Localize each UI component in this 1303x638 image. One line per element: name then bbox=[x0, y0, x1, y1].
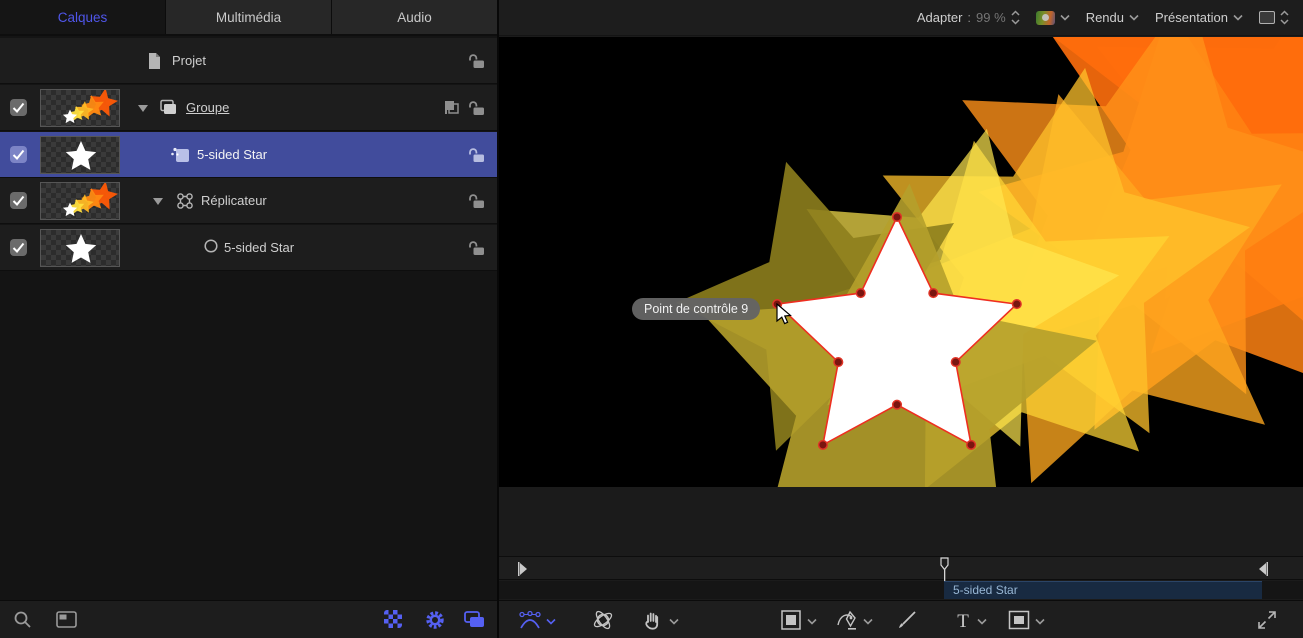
chevron-down-icon[interactable] bbox=[863, 618, 873, 625]
replicator-stars-graphic bbox=[499, 37, 1303, 487]
orbit-3d-tool[interactable] bbox=[591, 608, 615, 632]
tools-toolbar: T bbox=[499, 600, 1303, 638]
control-point[interactable] bbox=[1013, 300, 1022, 309]
canvas-viewport[interactable]: Point de contrôle 9 bbox=[499, 37, 1303, 487]
channels-popup[interactable] bbox=[1036, 11, 1070, 25]
control-point[interactable] bbox=[893, 213, 902, 222]
chevron-down-icon bbox=[1233, 14, 1243, 21]
layer-row-replicator[interactable]: Réplicateur bbox=[0, 178, 497, 224]
control-point[interactable] bbox=[834, 358, 843, 367]
mini-timeline[interactable] bbox=[499, 556, 1303, 580]
text-tool[interactable]: T bbox=[951, 608, 975, 632]
source-circle-icon bbox=[203, 238, 219, 259]
shape-icon bbox=[170, 145, 192, 170]
disclosure-triangle-icon[interactable] bbox=[138, 105, 148, 112]
display-options-icon[interactable] bbox=[55, 609, 79, 636]
layer-name[interactable]: Groupe bbox=[186, 100, 229, 115]
bezier-pen-tool[interactable] bbox=[835, 608, 859, 632]
paintbrush-tool[interactable] bbox=[895, 608, 919, 632]
transparency-checkerboard-icon[interactable] bbox=[383, 609, 403, 634]
control-point[interactable] bbox=[967, 441, 976, 450]
zoom-colon: : bbox=[967, 10, 971, 25]
layer-thumbnail[interactable] bbox=[40, 136, 120, 174]
canvas-pane: Adapter : 99 % Rendu Présentation bbox=[499, 0, 1303, 638]
tab-calques[interactable]: Calques bbox=[0, 0, 166, 34]
disclosure-triangle-icon[interactable] bbox=[153, 198, 163, 205]
visibility-checkbox[interactable] bbox=[10, 146, 27, 163]
layout-selector[interactable] bbox=[1259, 10, 1289, 25]
layers-panel: Calques Multimédia Audio Projet bbox=[0, 0, 497, 638]
search-icon[interactable] bbox=[12, 609, 34, 636]
chevron-down-icon bbox=[1060, 14, 1070, 21]
chevron-down-icon[interactable] bbox=[669, 618, 679, 625]
layer-row-group[interactable]: Groupe bbox=[0, 85, 497, 131]
chevron-down-icon[interactable] bbox=[977, 618, 987, 625]
pan-hand-tool[interactable] bbox=[641, 608, 665, 632]
control-point[interactable] bbox=[929, 289, 938, 298]
unlock-icon[interactable] bbox=[467, 52, 485, 74]
rectangle-shape-tool[interactable] bbox=[779, 608, 803, 632]
layer-row-star-selected[interactable]: 5-sided Star bbox=[0, 132, 497, 178]
clip-bar[interactable]: 5-sided Star bbox=[944, 581, 1262, 599]
motion-app-window: Calques Multimédia Audio Projet bbox=[0, 0, 1303, 638]
unlock-icon[interactable] bbox=[467, 99, 485, 121]
presentation-popup[interactable]: Présentation bbox=[1155, 10, 1243, 25]
chevron-down-icon[interactable] bbox=[546, 618, 556, 625]
render-popup[interactable]: Rendu bbox=[1086, 10, 1139, 25]
layer-name[interactable]: 5-sided Star bbox=[224, 240, 294, 255]
layers-panel-footer bbox=[0, 600, 497, 638]
color-channels-icon bbox=[1036, 11, 1055, 25]
cursor-pointer bbox=[776, 303, 792, 327]
visibility-checkbox[interactable] bbox=[10, 192, 27, 209]
layers-view-icon[interactable] bbox=[463, 609, 487, 636]
panel-tabbar: Calques Multimédia Audio bbox=[0, 0, 497, 36]
layer-thumbnail[interactable] bbox=[40, 182, 120, 220]
control-point[interactable] bbox=[951, 358, 960, 367]
tab-multimedia[interactable]: Multimédia bbox=[166, 0, 332, 34]
control-point[interactable] bbox=[819, 441, 828, 450]
tab-audio[interactable]: Audio bbox=[332, 0, 497, 34]
visibility-checkbox[interactable] bbox=[10, 239, 27, 256]
unlock-icon[interactable] bbox=[467, 239, 485, 261]
layer-thumbnail[interactable] bbox=[40, 229, 120, 267]
chevron-down-icon bbox=[1129, 14, 1139, 21]
zoom-value: 99 % bbox=[976, 10, 1006, 25]
replicator-icon bbox=[175, 191, 195, 216]
project-document-icon bbox=[145, 51, 163, 76]
chevron-down-icon[interactable] bbox=[1035, 618, 1045, 625]
layout-square-icon bbox=[1259, 11, 1275, 24]
unlock-icon[interactable] bbox=[467, 192, 485, 214]
render-label: Rendu bbox=[1086, 10, 1124, 25]
mask-rectangle-tool[interactable] bbox=[1007, 608, 1031, 632]
svg-text:T: T bbox=[957, 611, 969, 632]
group-icon bbox=[158, 98, 178, 123]
zoom-label: Adapter bbox=[917, 10, 963, 25]
unlock-icon[interactable] bbox=[467, 146, 485, 168]
control-point[interactable] bbox=[893, 400, 902, 409]
layer-row-star-source[interactable]: 5-sided Star bbox=[0, 225, 497, 271]
stepper-icon bbox=[1280, 10, 1289, 25]
gear-icon[interactable] bbox=[424, 609, 446, 636]
in-point-marker[interactable] bbox=[518, 562, 528, 581]
layer-name[interactable]: 5-sided Star bbox=[197, 147, 267, 162]
layer-row-project[interactable]: Projet bbox=[0, 38, 497, 84]
edit-points-tool[interactable] bbox=[518, 608, 542, 632]
layer-thumbnail[interactable] bbox=[40, 89, 120, 127]
out-point-marker[interactable] bbox=[1258, 562, 1268, 581]
playhead[interactable] bbox=[940, 557, 949, 581]
visibility-checkbox[interactable] bbox=[10, 99, 27, 116]
control-point[interactable] bbox=[856, 289, 865, 298]
group-rasterize-badge-icon bbox=[443, 99, 461, 121]
presentation-label: Présentation bbox=[1155, 10, 1228, 25]
control-point-tooltip: Point de contrôle 9 bbox=[632, 298, 760, 320]
zoom-control[interactable]: Adapter : 99 % bbox=[917, 10, 1020, 25]
expand-timing-pane-icon[interactable] bbox=[1255, 608, 1279, 632]
chevron-down-icon[interactable] bbox=[807, 618, 817, 625]
layer-name[interactable]: Projet bbox=[172, 53, 206, 68]
timing-track-row: 5-sided Star bbox=[499, 581, 1303, 599]
canvas-toolbar: Adapter : 99 % Rendu Présentation bbox=[499, 0, 1303, 36]
stepper-icon[interactable] bbox=[1011, 10, 1020, 25]
layer-name[interactable]: Réplicateur bbox=[201, 193, 267, 208]
